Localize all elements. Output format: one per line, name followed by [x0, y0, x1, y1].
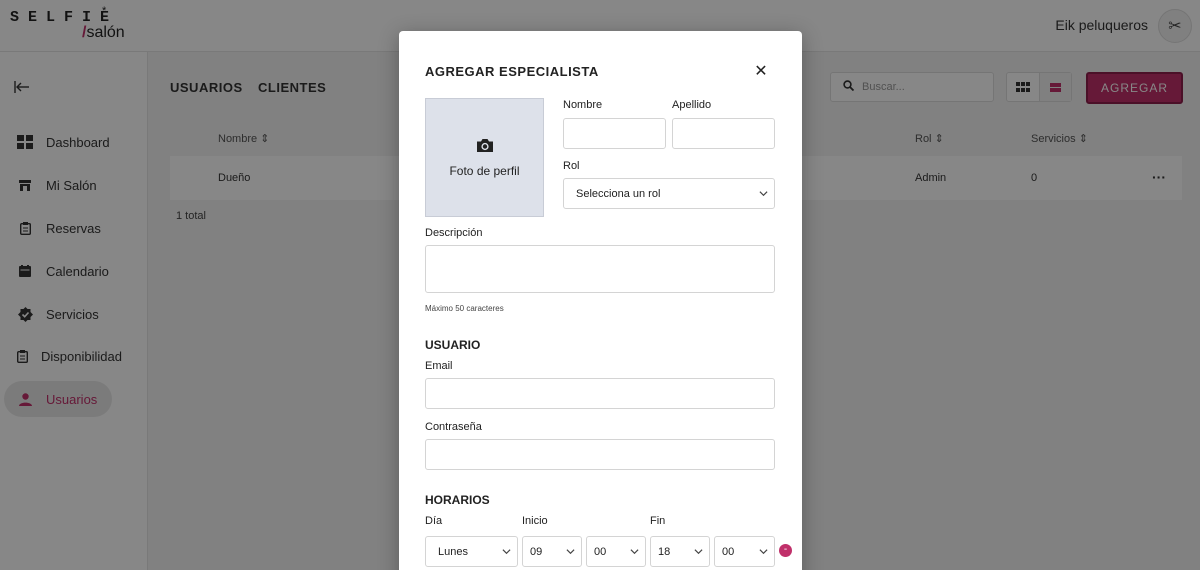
fin-hour-value: 18 — [658, 545, 671, 558]
remove-schedule-icon[interactable]: - — [779, 544, 792, 557]
dia-select-value: Lunes — [438, 545, 468, 558]
rol-select[interactable]: Selecciona un rol — [563, 178, 775, 209]
rol-select-value: Selecciona un rol — [576, 187, 661, 200]
inicio-minute-value: 00 — [594, 545, 607, 558]
fin-minute-select[interactable]: 00 — [714, 536, 775, 567]
dia-label: Día — [425, 515, 443, 527]
nombre-label: Nombre — [563, 99, 603, 111]
inicio-minute-select[interactable]: 00 — [586, 536, 646, 567]
chevron-down-icon — [566, 549, 575, 555]
apellido-label: Apellido — [672, 99, 712, 111]
chevron-down-icon — [630, 549, 639, 555]
rol-label: Rol — [563, 160, 580, 172]
fin-hour-select[interactable]: 18 — [650, 536, 710, 567]
chevron-down-icon — [694, 549, 703, 555]
chevron-down-icon — [759, 549, 768, 555]
camera-icon — [476, 138, 494, 158]
close-icon[interactable]: ✕ — [751, 61, 771, 81]
apellido-field[interactable] — [672, 118, 775, 149]
modal-title: AGREGAR ESPECIALISTA — [425, 64, 599, 79]
fin-label: Fin — [650, 515, 666, 527]
fin-minute-value: 00 — [722, 545, 735, 558]
inicio-hour-select[interactable]: 09 — [522, 536, 582, 567]
chevron-down-icon — [759, 191, 768, 197]
profile-photo-upload[interactable]: Foto de perfil — [425, 98, 544, 217]
email-label: Email — [425, 360, 453, 372]
inicio-label: Inicio — [522, 515, 548, 527]
photo-label: Foto de perfil — [449, 163, 520, 178]
email-field[interactable] — [425, 378, 775, 409]
inicio-hour-value: 09 — [530, 545, 543, 558]
descripcion-field[interactable] — [425, 245, 775, 293]
chevron-down-icon — [502, 549, 511, 555]
usuario-section-title: USUARIO — [425, 338, 481, 352]
password-field[interactable] — [425, 439, 775, 470]
nombre-field[interactable] — [563, 118, 666, 149]
horarios-section-title: HORARIOS — [425, 493, 490, 507]
add-specialist-modal: AGREGAR ESPECIALISTA ✕ Foto de perfil No… — [399, 31, 802, 570]
dia-select[interactable]: Lunes — [425, 536, 518, 567]
descripcion-label: Descripción — [425, 227, 483, 239]
descripcion-hint: Máximo 50 caracteres — [425, 304, 504, 313]
password-label: Contraseña — [425, 421, 482, 433]
